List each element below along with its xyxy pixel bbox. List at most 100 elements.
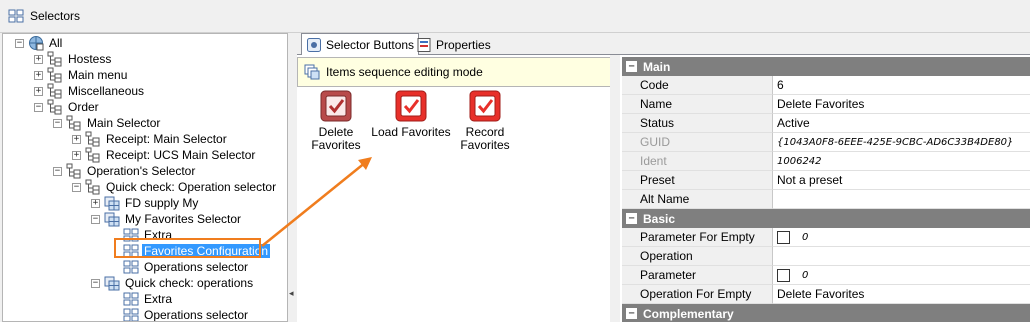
property-row[interactable]: Code 6 (622, 76, 1030, 95)
button-label-line2: Favorites (460, 138, 510, 152)
expand-icon[interactable]: + (72, 134, 81, 144)
tree-item[interactable]: + Hostess (34, 51, 113, 67)
collapse-icon[interactable]: − (34, 102, 43, 112)
checkbox-value: 0 (802, 269, 809, 281)
tree-item[interactable]: + Receipt: Main Selector (72, 131, 229, 147)
property-row[interactable]: Operation For Empty Delete Favorites (622, 285, 1030, 304)
tree-item[interactable]: + Miscellaneous (34, 83, 146, 99)
property-name: GUID (622, 133, 773, 152)
tab-properties[interactable]: Properties (412, 35, 495, 55)
load-favorites-button[interactable]: Load Favorites (371, 90, 451, 139)
property-value[interactable]: Delete Favorites (773, 285, 1030, 304)
tree-item-label: Operation's Selector (87, 164, 196, 178)
tree-item[interactable]: − Quick check: Operation selector (72, 179, 278, 195)
property-value[interactable]: 0 (773, 228, 1030, 247)
collapse-left-icon[interactable]: ◂ (289, 288, 294, 299)
property-row[interactable]: Operation (622, 247, 1030, 266)
collapse-icon[interactable]: − (15, 38, 24, 48)
tree-item[interactable]: − Order (34, 99, 101, 115)
folder-tree-icon (66, 163, 81, 179)
properties-splitter[interactable] (610, 55, 620, 322)
property-value[interactable]: 0 (773, 266, 1030, 285)
selectors-app-icon (8, 9, 24, 23)
property-row[interactable]: Parameter For Empty 0 (622, 228, 1030, 247)
tree-item[interactable]: − All (15, 35, 64, 51)
folder-tree-icon (47, 83, 62, 99)
button-label-line2: Favorites (311, 138, 361, 152)
delete-favorites-button[interactable]: Delete Favorites (296, 90, 376, 152)
expand-icon[interactable]: + (34, 70, 43, 80)
property-row[interactable]: Status Active (622, 114, 1030, 133)
category-basic[interactable]: − Basic (622, 209, 1030, 228)
expand-icon[interactable]: + (34, 86, 43, 96)
property-value[interactable]: Active (773, 114, 1030, 133)
tree-item[interactable]: − Operation's Selector (53, 163, 197, 179)
tree-item[interactable]: Operations selector (110, 307, 250, 321)
property-value[interactable] (773, 190, 1030, 209)
panel-splitter[interactable]: ◂ (288, 33, 297, 322)
category-main[interactable]: − Main (622, 57, 1030, 76)
folder-tree-icon (85, 131, 100, 147)
property-row[interactable]: GUID {1043A0F8-6EEE-425E-9CBC-AD6C33B4DE8… (622, 133, 1030, 152)
properties-icon (417, 38, 431, 52)
collapse-icon[interactable]: − (72, 182, 81, 192)
tree-item[interactable]: Extra (110, 291, 174, 307)
property-row[interactable]: Ident 1006242 (622, 152, 1030, 171)
folder-tree-icon (66, 115, 81, 131)
tree-item[interactable]: + FD supply My (91, 195, 200, 211)
property-name: Operation (622, 247, 773, 266)
property-name: Name (622, 95, 773, 114)
collapse-icon[interactable]: − (91, 278, 100, 288)
collapse-icon[interactable]: − (91, 214, 100, 224)
property-value[interactable]: {1043A0F8-6EEE-425E-9CBC-AD6C33B4DE80} (773, 133, 1030, 152)
collapse-icon[interactable]: − (53, 166, 62, 176)
tab-selector-buttons[interactable]: Selector Buttons (301, 33, 420, 56)
tree-item[interactable]: − Main Selector (53, 115, 162, 131)
collapse-icon[interactable]: − (626, 308, 637, 319)
property-checkbox[interactable] (777, 230, 790, 244)
tab-strip: Selector Buttons Properties (297, 33, 1030, 56)
tree-item[interactable]: − My Favorites Selector (91, 211, 243, 227)
highlight-box (114, 238, 261, 258)
property-name: Status (622, 114, 773, 133)
tree-item-label: Main Selector (87, 116, 161, 130)
tree-item-label: Main menu (68, 68, 128, 82)
category-title: Complementary (643, 306, 734, 321)
grid-icon (123, 308, 139, 321)
collapse-icon[interactable]: − (626, 61, 637, 72)
expand-icon[interactable]: + (34, 54, 43, 64)
property-value[interactable]: Delete Favorites (773, 95, 1030, 114)
tree-item-label: Receipt: UCS Main Selector (106, 148, 256, 162)
tree-item[interactable]: + Main menu (34, 67, 129, 83)
property-value[interactable]: 6 (773, 76, 1030, 95)
expand-icon[interactable]: + (91, 198, 100, 208)
record-favorites-button[interactable]: Record Favorites (445, 90, 525, 152)
collapse-icon[interactable]: − (626, 213, 637, 224)
checkbox-red-icon (469, 90, 501, 122)
selector-buttons-icon (307, 38, 321, 52)
property-row[interactable]: Name Delete Favorites (622, 95, 1030, 114)
grid-icon (123, 260, 139, 274)
selectors-tree[interactable]: − All + Hostess + Main menu + Miscellaneous − Ord… (2, 33, 288, 322)
collapse-icon[interactable]: − (53, 118, 62, 128)
property-value[interactable]: Not a preset (773, 171, 1030, 190)
property-row[interactable]: Parameter 0 (622, 266, 1030, 285)
tree-item[interactable]: − Quick check: operations (91, 275, 255, 291)
tree-item[interactable]: Operations selector (110, 259, 250, 275)
window-title: Selectors (30, 9, 81, 23)
category-title: Basic (643, 211, 676, 226)
property-name: Preset (622, 171, 773, 190)
tree-item-label: Operations selector (144, 260, 249, 274)
property-row[interactable]: Alt Name (622, 190, 1030, 209)
globe-icon (29, 36, 44, 51)
property-value[interactable] (773, 247, 1030, 266)
tree-item[interactable]: + Receipt: UCS Main Selector (72, 147, 257, 163)
checkbox-value: 0 (802, 231, 809, 243)
property-checkbox[interactable] (777, 268, 790, 282)
property-value[interactable]: 1006242 (773, 152, 1030, 171)
folder-grid-icon (104, 212, 120, 227)
title-bar: Selectors (0, 0, 1030, 33)
property-row[interactable]: Preset Not a preset (622, 171, 1030, 190)
expand-icon[interactable]: + (72, 150, 81, 160)
category-complementary[interactable]: − Complementary (622, 304, 1030, 322)
